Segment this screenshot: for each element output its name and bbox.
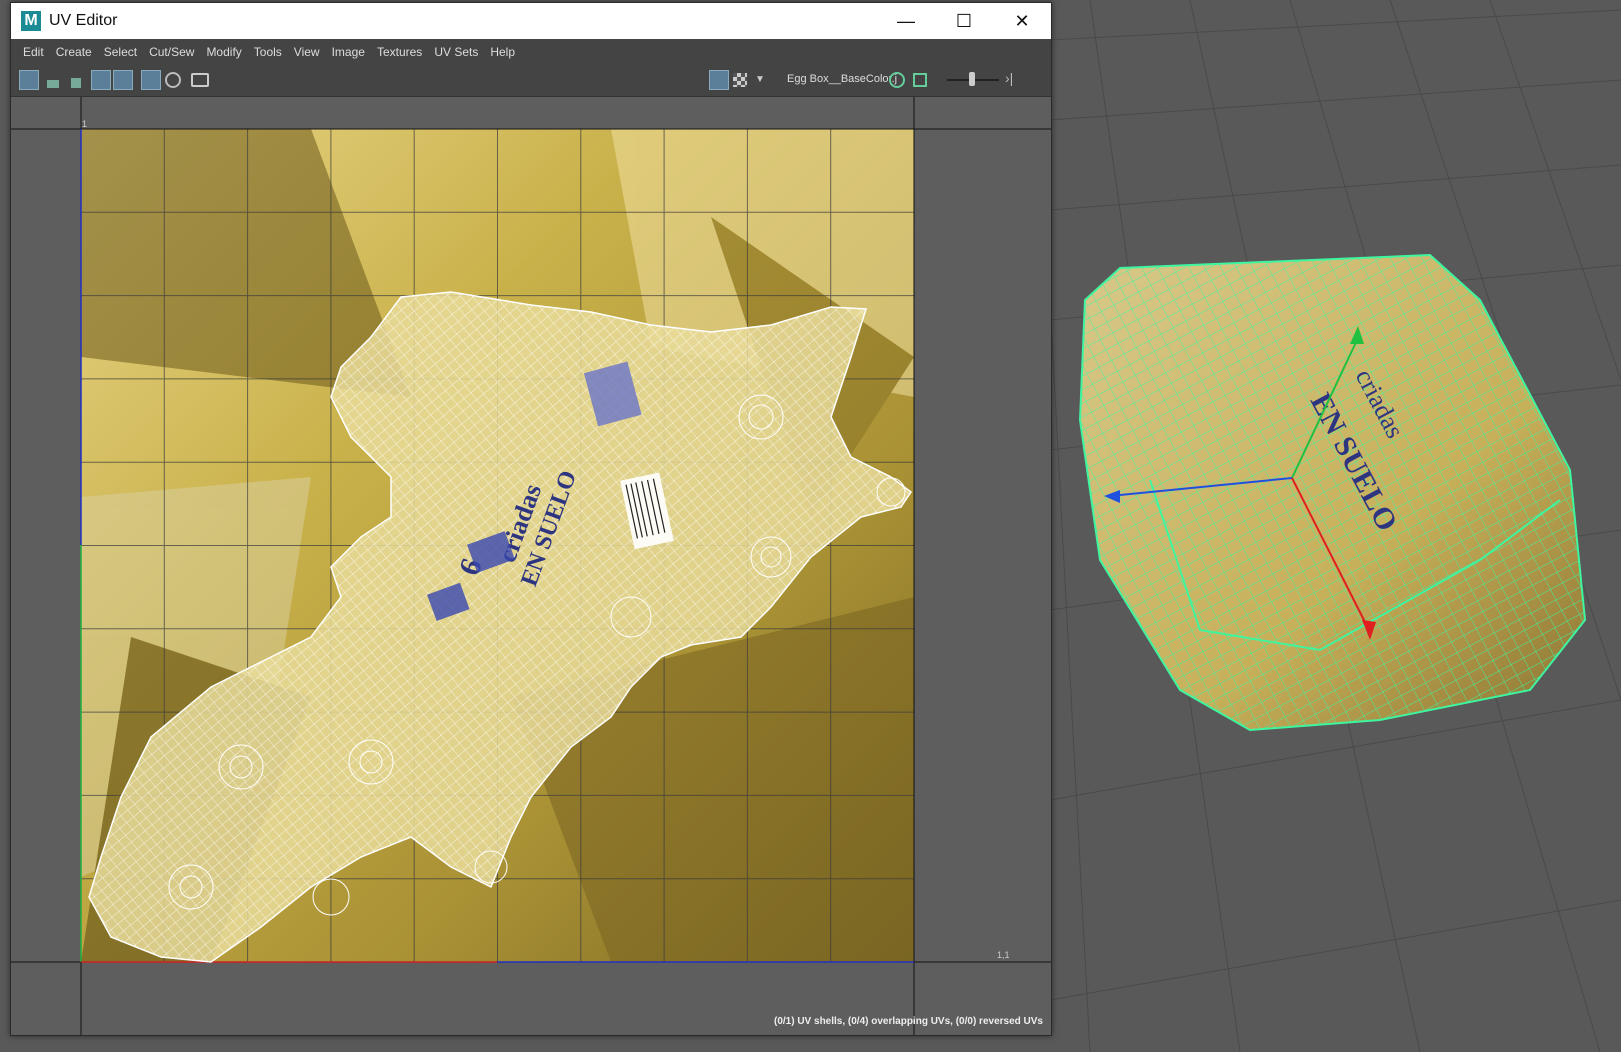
- menu-uv-sets[interactable]: UV Sets: [434, 45, 478, 59]
- menu-textures[interactable]: Textures: [377, 45, 422, 59]
- minimize-button[interactable]: —: [877, 3, 935, 39]
- menu-modify[interactable]: Modify: [206, 45, 241, 59]
- step-icon[interactable]: [65, 70, 85, 90]
- toolbar: ▼ Egg Box__BaseColor.j ›|: [11, 64, 1051, 97]
- menu-view[interactable]: View: [294, 45, 320, 59]
- maximize-button[interactable]: ☐: [935, 3, 993, 39]
- image-display-icon[interactable]: [709, 70, 729, 90]
- window-title: UV Editor: [49, 12, 118, 29]
- uv-editor-window: M UV Editor — ☐ ✕ Edit Create Select Cut…: [10, 2, 1052, 1036]
- uv-tick-label-corner: 1,1: [997, 950, 1010, 960]
- menu-create[interactable]: Create: [56, 45, 92, 59]
- texture-name[interactable]: Egg Box__BaseColor.j: [787, 73, 897, 85]
- sphere-icon[interactable]: [165, 72, 181, 88]
- close-button[interactable]: ✕: [993, 3, 1051, 39]
- grid-icon[interactable]: [141, 70, 161, 90]
- menu-image[interactable]: Image: [332, 45, 365, 59]
- checker-icon[interactable]: [733, 73, 747, 87]
- frame-selected-icon[interactable]: [113, 70, 133, 90]
- uv-status-bar: (0/1) UV shells, (0/4) overlapping UVs, …: [774, 1016, 1043, 1027]
- exposure-slider-thumb[interactable]: [969, 72, 975, 86]
- menu-cut-sew[interactable]: Cut/Sew: [149, 45, 194, 59]
- uv-texture-space: 1 criadas EN SUELO 6 1,1: [11, 97, 1051, 1035]
- sync-icon[interactable]: [889, 72, 905, 88]
- frame-icon[interactable]: [91, 70, 111, 90]
- menu-tools[interactable]: Tools: [254, 45, 282, 59]
- menu-edit[interactable]: Edit: [23, 45, 44, 59]
- egg-box-model: EN SUELO criadas: [1078, 253, 1587, 732]
- uv-canvas[interactable]: 1 criadas EN SUELO 6 1,1 (0/1) UV shells…: [11, 97, 1051, 1035]
- menu-bar: Edit Create Select Cut/Sew Modify Tools …: [11, 40, 1051, 64]
- maya-app-icon: M: [21, 11, 41, 31]
- uv-tick-label: 1: [82, 119, 87, 129]
- snapshot-icon[interactable]: [191, 73, 209, 87]
- title-bar[interactable]: M UV Editor — ☐ ✕: [11, 3, 1051, 39]
- image-icon[interactable]: [913, 73, 927, 87]
- menu-help[interactable]: Help: [490, 45, 515, 59]
- dropdown-icon[interactable]: ▼: [755, 74, 775, 94]
- uv-mode-icon[interactable]: [19, 70, 39, 90]
- more-icon[interactable]: ›|: [1005, 70, 1025, 90]
- stacked-shells-icon[interactable]: [43, 70, 63, 90]
- menu-select[interactable]: Select: [104, 45, 137, 59]
